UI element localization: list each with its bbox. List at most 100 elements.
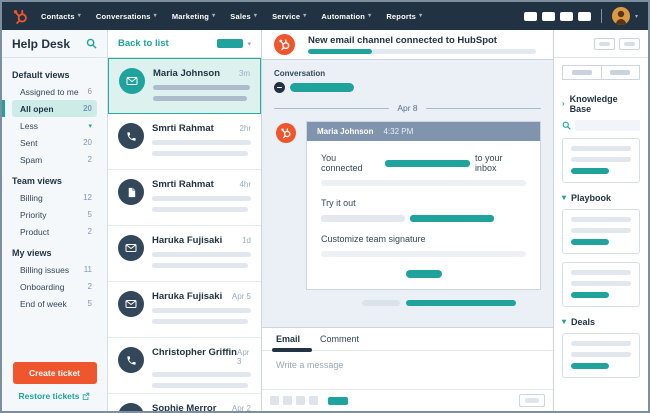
message-input[interactable]: Write a message — [262, 351, 553, 389]
preview-bar — [152, 372, 251, 377]
banner-title: New email channel connected to HubSpot — [308, 35, 497, 46]
create-ticket-button[interactable]: Create ticket — [12, 362, 97, 384]
placeholder-bar — [571, 228, 631, 233]
content-area: Help Desk Default views Assigned to me 6 … — [2, 30, 648, 411]
panel-header — [554, 30, 648, 58]
knowledge-base-card[interactable] — [562, 138, 640, 183]
nav-item-service[interactable]: Service ▾ — [272, 12, 306, 21]
ticket-time: Apr 5 — [231, 292, 251, 301]
ticket-row[interactable]: Christopher Griffin Apr 3 — [108, 338, 261, 394]
preview-bar — [152, 196, 251, 201]
nav-tool-icon[interactable] — [577, 11, 591, 21]
back-to-list-link[interactable]: Back to list — [118, 38, 169, 49]
sidebar-item-billing[interactable]: Billing 12 — [12, 189, 97, 206]
hubspot-sprocket-icon — [276, 123, 296, 143]
sidebar-item-product[interactable]: Product 2 — [12, 223, 97, 240]
nav-item-marketing[interactable]: Marketing ▾ — [172, 12, 215, 21]
chevron-down-icon[interactable]: ▾ — [635, 13, 638, 20]
ticket-row[interactable]: Maria Johnson 3m — [108, 58, 261, 114]
message-row: Maria Johnson 4:32 PM You connected to y… — [274, 121, 541, 290]
preview-bar — [152, 252, 251, 257]
ticket-name: Christopher Griffin — [152, 347, 237, 358]
sidebar-item-spam[interactable]: Spam 2 — [12, 151, 97, 168]
placeholder-bar — [321, 251, 526, 257]
ticket-row[interactable]: Haruka Fujisaki 1d — [108, 226, 261, 282]
ticket-time: 2hr — [239, 124, 251, 133]
composer-tabs: Email Comment — [262, 328, 553, 352]
playbook-card[interactable] — [562, 209, 640, 254]
tab-email[interactable]: Email — [276, 334, 300, 344]
search-input[interactable] — [575, 120, 640, 131]
link-icon[interactable] — [309, 396, 318, 405]
deal-card[interactable] — [562, 333, 640, 378]
placeholder-bar — [321, 180, 526, 186]
emoji-icon[interactable] — [296, 396, 305, 405]
chevron-down-icon: ▾ — [562, 193, 567, 202]
list-filter-dropdown[interactable]: ▾ — [217, 39, 251, 48]
sidebar-item-priority[interactable]: Priority 5 — [12, 206, 97, 223]
panel-tab[interactable] — [562, 65, 602, 80]
placeholder-bar — [384, 159, 470, 167]
external-link-icon — [83, 392, 90, 400]
message-cta-button[interactable] — [405, 270, 442, 278]
section-playbook[interactable]: ▾ Playbook — [562, 193, 640, 203]
sidebar-item-end-of-week[interactable]: End of week 5 — [12, 295, 97, 312]
nav-item-conversations[interactable]: Conversations ▾ — [96, 12, 157, 21]
tab-comment[interactable]: Comment — [320, 334, 359, 344]
panel-action-button[interactable] — [619, 37, 640, 50]
section-deals[interactable]: ▾ Deals — [562, 317, 640, 327]
nav-tool-icon[interactable] — [541, 11, 555, 21]
message-line: You connected to your inbox — [321, 153, 503, 173]
sidebar-item-less[interactable]: Less ▾ — [12, 117, 97, 134]
nav-item-reports[interactable]: Reports ▾ — [386, 12, 422, 21]
count-badge: 20 — [83, 138, 92, 147]
insert-snippet-button[interactable] — [328, 396, 348, 405]
preview-bar — [152, 319, 249, 324]
panel-tab-switcher — [562, 65, 640, 80]
ticket-name: Smrti Rahmat — [152, 179, 214, 190]
user-avatar[interactable] — [611, 7, 630, 25]
send-button[interactable] — [519, 394, 545, 407]
count-badge: 2 — [87, 282, 92, 291]
panel-action-button[interactable] — [594, 37, 615, 50]
sidebar-item-billing-issues[interactable]: Billing issues 11 — [12, 261, 97, 278]
nav-item-contacts[interactable]: Contacts ▾ — [41, 12, 81, 21]
chevron-down-icon: ▾ — [253, 13, 258, 19]
ticket-row[interactable]: Haruka Fujisaki Apr 5 — [108, 282, 261, 338]
hubspot-sprocket-icon — [274, 34, 295, 55]
nav-tool-icon[interactable] — [559, 11, 573, 21]
nav-menu: Contacts ▾ Conversations ▾ Marketing ▾ Sale… — [41, 12, 422, 21]
search-icon[interactable] — [86, 38, 97, 49]
top-navbar: Contacts ▾ Conversations ▾ Marketing ▾ Sale… — [2, 2, 648, 30]
ticket-row[interactable]: Sophie Merror Apr 2 — [108, 394, 261, 411]
format-icon[interactable] — [270, 396, 279, 405]
nav-tool-icon[interactable] — [523, 11, 537, 21]
chevron-down-icon: ▾ — [247, 40, 251, 48]
ticket-row[interactable]: Smrti Rahmat 2hr — [108, 114, 261, 170]
sidebar-item-assigned-to-me[interactable]: Assigned to me 6 — [12, 83, 97, 100]
ticket-name: Maria Johnson — [153, 68, 221, 79]
section-heading-my-views: My views — [12, 248, 52, 258]
placeholder-bar — [571, 270, 631, 275]
section-knowledge-base[interactable]: › Knowledge Base — [562, 94, 640, 114]
message-sender: Maria Johnson — [317, 127, 374, 136]
message-line — [321, 215, 526, 222]
attach-icon[interactable] — [283, 396, 292, 405]
subject-placeholder-bar — [290, 83, 354, 92]
ticket-list: Maria Johnson 3m Smrti Rahmat 2hr Smrti … — [108, 58, 261, 411]
sidebar-item-onboarding[interactable]: Onboarding 2 — [12, 278, 97, 295]
reply-bubble-bar — [406, 300, 516, 306]
ticket-row[interactable]: Smrti Rahmat 4hr — [108, 170, 261, 226]
nav-item-automation[interactable]: Automation ▾ — [321, 12, 371, 21]
composer-toolbar — [262, 389, 553, 411]
document-icon — [118, 179, 144, 205]
panel-tab[interactable] — [600, 65, 640, 80]
sidebar-item-sent[interactable]: Sent 20 — [12, 134, 97, 151]
hubspot-sprocket-icon[interactable] — [12, 8, 29, 25]
nav-item-sales[interactable]: Sales ▾ — [230, 12, 257, 21]
sidebar-item-all-open[interactable]: All open 20 — [2, 100, 97, 117]
conversation-label: Conversation — [274, 69, 326, 78]
playbook-card[interactable] — [562, 262, 640, 307]
chevron-down-icon: ▾ — [153, 13, 157, 19]
restore-tickets-link[interactable]: Restore tickets — [19, 391, 91, 401]
